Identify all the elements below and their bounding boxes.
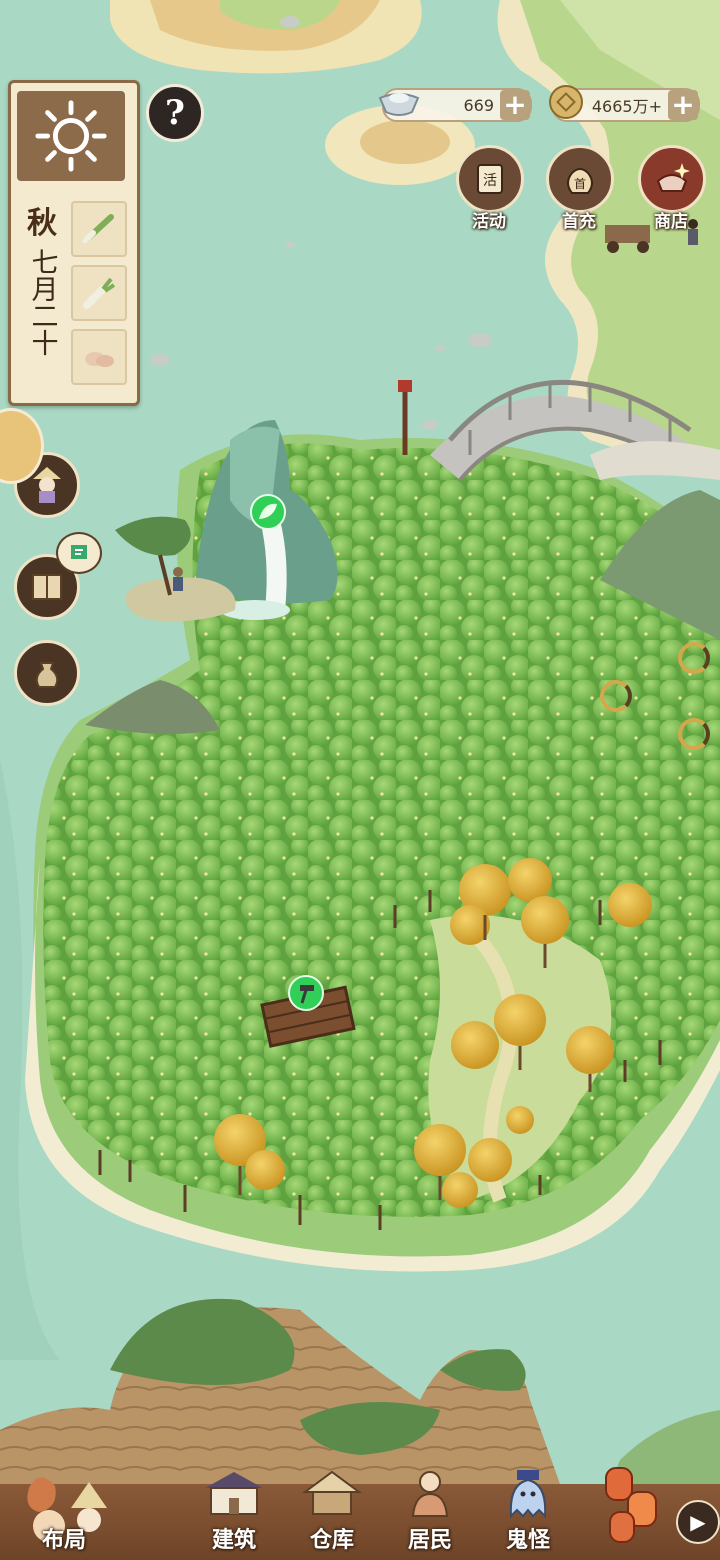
nav-ghost-label: 鬼怪 — [505, 1527, 550, 1553]
add-coins-button[interactable]: + — [668, 90, 698, 120]
resident-icon — [411, 1471, 449, 1517]
nav-resident-label: 居民 — [407, 1527, 452, 1553]
sack-inventory-button[interactable] — [14, 640, 80, 706]
coin-counter[interactable]: 4665万+ + — [549, 85, 700, 122]
silver-counter[interactable]: 669 + — [378, 88, 532, 122]
mushroom-icon[interactable] — [71, 329, 127, 385]
play-arrow-icon: ▶ — [690, 1510, 706, 1534]
nav-warehouse-label: 仓库 — [309, 1527, 354, 1553]
nav-building-label: 建筑 — [211, 1527, 256, 1553]
weather-sunny-icon — [17, 91, 125, 181]
expand-menu-button[interactable]: ▶ — [676, 1500, 720, 1544]
progress-ring-icon[interactable] — [678, 718, 710, 750]
activity-label: 活动 — [472, 212, 506, 232]
calendar-scroll-icon: 活 — [456, 145, 524, 213]
building-icon — [205, 1472, 263, 1515]
ghost-icon — [509, 1470, 547, 1519]
progress-ring-icon[interactable] — [600, 680, 632, 712]
first-recharge-button[interactable]: 首 首充 — [546, 145, 614, 232]
sack-icon — [35, 662, 59, 688]
date-label: 七月二十 — [26, 248, 58, 356]
shop-button[interactable]: 商店 — [638, 145, 706, 232]
nav-ghost-button[interactable]: 鬼怪 — [490, 1468, 566, 1554]
leek-icon[interactable] — [71, 201, 127, 257]
book-icon — [32, 574, 62, 600]
lanterns-icon[interactable] — [598, 1462, 668, 1552]
svg-text:活: 活 — [483, 173, 497, 189]
copper-coin-icon — [549, 85, 583, 119]
nav-building-button[interactable]: 建筑 — [196, 1468, 272, 1554]
silver-ingot-icon — [378, 93, 420, 116]
svg-text:首: 首 — [574, 177, 586, 191]
help-button[interactable]: ? — [146, 84, 204, 142]
nav-warehouse-button[interactable]: 仓库 — [294, 1468, 370, 1554]
activity-button[interactable]: 活 活动 — [456, 145, 524, 232]
add-silver-button[interactable]: + — [500, 90, 530, 120]
chat-bubble-icon[interactable] — [56, 532, 102, 574]
radish-icon[interactable] — [71, 265, 127, 321]
shop-bag-icon — [638, 145, 706, 213]
warehouse-icon — [301, 1470, 363, 1515]
progress-ring-icon[interactable] — [678, 642, 710, 674]
layout-button[interactable]: 布局 — [4, 1468, 124, 1554]
season-label: 秋 — [27, 206, 57, 241]
hammer-task-bubble[interactable] — [288, 975, 324, 1011]
leaf-task-bubble[interactable] — [250, 494, 286, 530]
first-recharge-label: 首充 — [562, 212, 596, 232]
shop-label: 商店 — [654, 212, 688, 232]
season-date-panel[interactable]: 秋 七月二十 — [8, 80, 140, 406]
nav-resident-button[interactable]: 居民 — [392, 1468, 468, 1554]
money-bag-icon: 首 — [546, 145, 614, 213]
